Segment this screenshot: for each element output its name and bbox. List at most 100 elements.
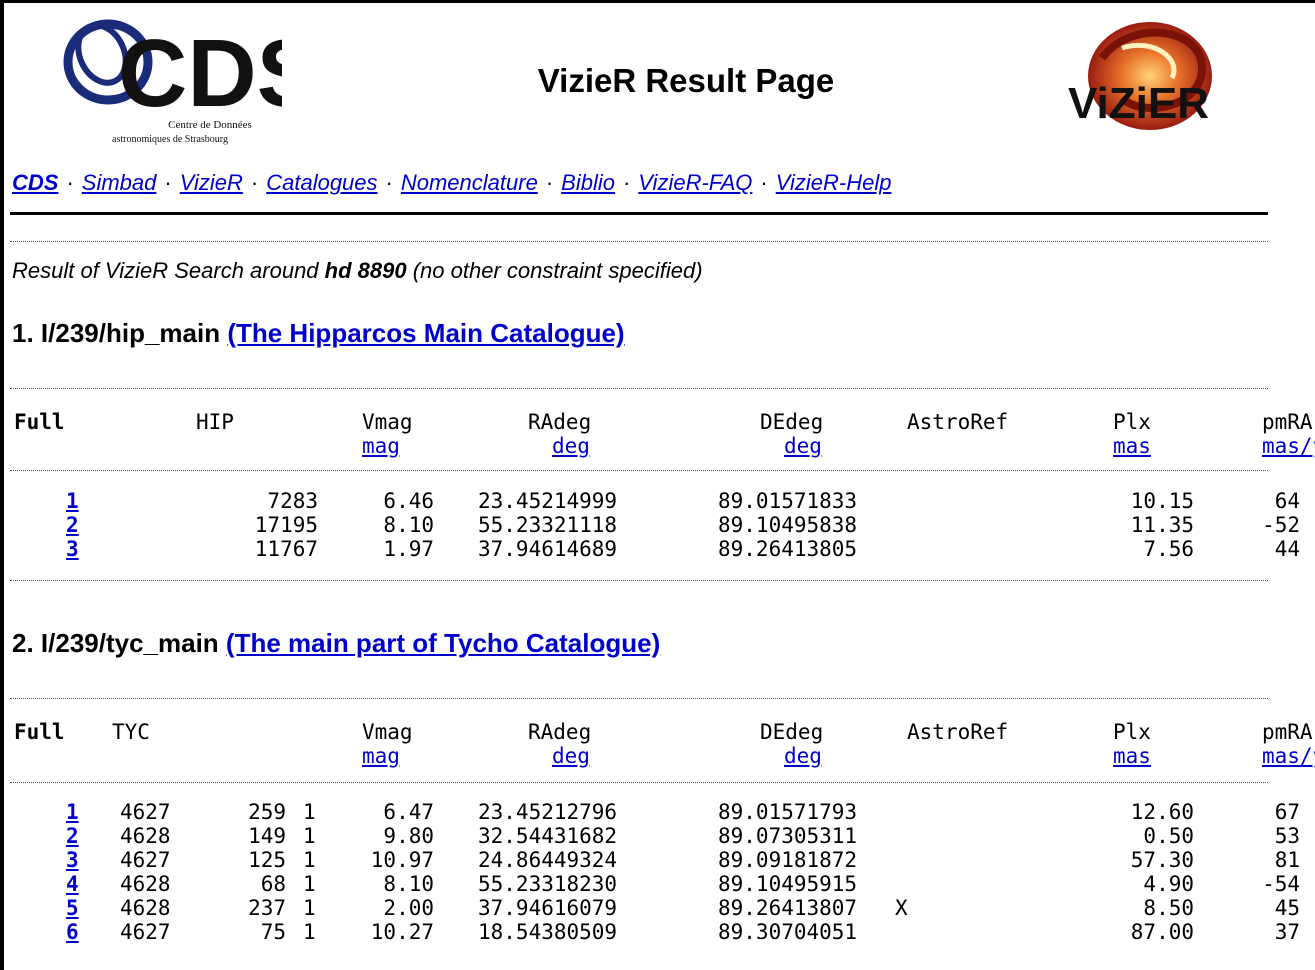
nav-link-vizier[interactable]: VizieR: [180, 170, 243, 195]
cell-dedeg: 89.01571793: [718, 800, 858, 824]
column-header-hip: HIP: [196, 410, 234, 434]
cell-astroref: X: [895, 896, 908, 920]
cell-plx: 8.50: [1143, 896, 1194, 920]
dotted-divider: [10, 388, 1268, 389]
cell-plx: 57.30: [1130, 848, 1194, 872]
dotted-divider: [10, 782, 1268, 783]
unit-link[interactable]: deg: [528, 744, 591, 768]
cell-plx: 12.60: [1130, 800, 1194, 824]
cell-tyc2: 68: [260, 872, 286, 896]
nav-link-cds[interactable]: CDS: [12, 170, 58, 195]
cell-tyc1: 4627: [120, 800, 171, 824]
unit-link[interactable]: mas/yr: [1262, 434, 1315, 458]
nav-link-vizier-help[interactable]: VizieR-Help: [776, 170, 892, 195]
catalog-link[interactable]: (The main part of Tycho Catalogue): [226, 628, 660, 658]
full-record-link[interactable]: 3: [66, 537, 79, 561]
full-record-link[interactable]: 3: [66, 848, 79, 872]
cell-tyc2: 237: [248, 896, 286, 920]
cell-radeg: 55.23321118: [478, 513, 618, 537]
cell-tyc3: 1: [303, 800, 316, 824]
cell-tyc3: 1: [303, 848, 316, 872]
nav-separator: ·: [622, 170, 631, 195]
cell-dedeg: 89.01571833: [718, 489, 858, 513]
nav-link-simbad[interactable]: Simbad: [82, 170, 157, 195]
cell-plx: 87.00: [1130, 920, 1194, 944]
full-record-link[interactable]: 4: [66, 872, 79, 896]
cell-vmag: 8.10: [383, 513, 434, 537]
cell-tyc1: 4628: [120, 872, 171, 896]
nav-separator: ·: [545, 170, 554, 195]
unit-link[interactable]: deg: [760, 744, 823, 768]
cell-vmag: 10.27: [370, 920, 434, 944]
search-summary: Result of VizieR Search around hd 8890 (…: [12, 258, 703, 284]
cell-plx: 11.35: [1130, 513, 1194, 537]
catalog-number: 2. I/239/tyc_main: [12, 628, 219, 658]
cds-logo-subtitle-1: Centre de Données: [168, 119, 252, 131]
unit-link[interactable]: mas: [1113, 744, 1151, 768]
nav-link-vizier-faq[interactable]: VizieR-FAQ: [638, 170, 752, 195]
header-label: Plx: [1113, 410, 1151, 434]
header-label: pmRA: [1262, 410, 1313, 434]
column-header-radeg: RAdeg deg: [528, 410, 591, 458]
header-label: Vmag: [362, 720, 413, 744]
cell-pmra: 44: [1274, 537, 1300, 561]
cell-tyc1: 4627: [120, 920, 171, 944]
header-label: Plx: [1113, 720, 1151, 744]
cell-vmag: 6.47: [383, 800, 434, 824]
cell-dedeg: 89.26413805: [718, 537, 858, 561]
column-header-radeg: RAdeg deg: [528, 720, 591, 768]
cell-pmra: -52: [1262, 513, 1300, 537]
nav-link-catalogues[interactable]: Catalogues: [266, 170, 377, 195]
full-record-link[interactable]: 6: [66, 920, 79, 944]
cell-pmra: 81: [1274, 848, 1300, 872]
cell-hip: 11767: [254, 537, 318, 561]
column-header-full: Full: [14, 720, 65, 744]
column-header-dedeg: DEdeg deg: [760, 410, 823, 458]
cell-vmag: 9.80: [383, 824, 434, 848]
vizier-logo[interactable]: ViZiER: [1062, 18, 1232, 138]
full-record-link[interactable]: 5: [66, 896, 79, 920]
catalog-title-2: 2. I/239/tyc_main (The main part of Tych…: [12, 628, 660, 659]
cell-radeg: 23.45212796: [478, 800, 618, 824]
header-label: Vmag: [362, 410, 413, 434]
full-record-link[interactable]: 2: [66, 824, 79, 848]
full-record-link[interactable]: 2: [66, 513, 79, 537]
cell-tyc1: 4628: [120, 896, 171, 920]
column-header-vmag: Vmag mag: [362, 720, 413, 768]
cell-pmra: 67: [1274, 800, 1300, 824]
catalog-title-1: 1. I/239/hip_main (The Hipparcos Main Ca…: [12, 318, 625, 349]
unit-link[interactable]: deg: [760, 434, 823, 458]
full-record-link[interactable]: 1: [66, 489, 79, 513]
unit-link[interactable]: mag: [362, 744, 413, 768]
cell-plx: 4.90: [1143, 872, 1194, 896]
cell-tyc2: 149: [248, 824, 286, 848]
nav-separator: ·: [66, 170, 74, 195]
nav-link-biblio[interactable]: Biblio: [561, 170, 615, 195]
nav-link-nomenclature[interactable]: Nomenclature: [401, 170, 538, 195]
window-left-border: [0, 0, 4, 970]
header-label: DEdeg: [760, 410, 824, 434]
cell-dedeg: 89.30704051: [718, 920, 858, 944]
cell-dedeg: 89.10495915: [718, 872, 858, 896]
cell-tyc2: 75: [260, 920, 286, 944]
cell-tyc2: 125: [248, 848, 286, 872]
dotted-divider: [10, 580, 1268, 581]
column-header-astroref: AstroRef: [907, 720, 1009, 744]
cell-pmra: 53: [1274, 824, 1300, 848]
cell-pmra: 45: [1274, 896, 1300, 920]
unit-link[interactable]: deg: [528, 434, 591, 458]
dotted-divider: [10, 698, 1268, 699]
cell-vmag: 6.46: [383, 489, 434, 513]
unit-link[interactable]: mas: [1113, 434, 1151, 458]
full-record-link[interactable]: 1: [66, 800, 79, 824]
cell-vmag: 10.97: [370, 848, 434, 872]
column-header-vmag: Vmag mag: [362, 410, 413, 458]
unit-link[interactable]: mas/yr: [1262, 744, 1315, 768]
unit-link[interactable]: mag: [362, 434, 413, 458]
cell-plx: 10.15: [1130, 489, 1194, 513]
column-header-dedeg: DEdeg deg: [760, 720, 823, 768]
catalog-link[interactable]: (The Hipparcos Main Catalogue): [227, 318, 624, 348]
cell-radeg: 23.45214999: [478, 489, 618, 513]
nav-bar: CDS · Simbad · VizieR · Catalogues · Nomenclatur…: [12, 170, 891, 196]
cell-radeg: 37.94614689: [478, 537, 618, 561]
